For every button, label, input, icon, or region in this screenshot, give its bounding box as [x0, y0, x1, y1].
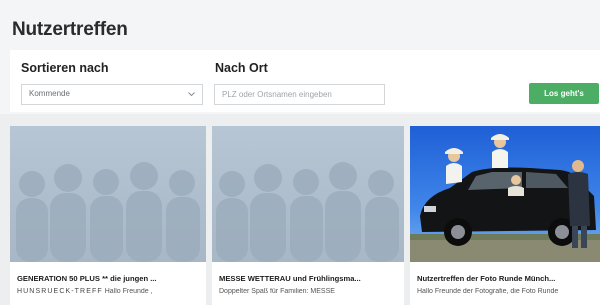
chevron-down-icon [188, 92, 195, 97]
sort-label: Sortieren nach [21, 61, 109, 75]
meetup-card-list: GENERATION 50 PLUS ** die jungen ... HUN… [0, 114, 600, 305]
people-silhouette-icon [212, 126, 404, 262]
sort-select[interactable]: Kommende [21, 84, 203, 105]
card-description: Hallo Freunde der Fotografie, die Foto R… [417, 288, 594, 295]
location-label: Nach Ort [215, 61, 268, 75]
location-input[interactable] [214, 84, 385, 105]
card-description-text: Doppelter Spaß für Familien: MESSE [219, 288, 335, 295]
card-description-text: Hallo Freunde , [104, 288, 153, 295]
card-description: Doppelter Spaß für Familien: MESSE [219, 288, 398, 295]
card-title: MESSE WETTERAU und Frühlingsma... [219, 274, 361, 283]
submit-button[interactable]: Los geht's [529, 83, 599, 104]
page-title: Nutzertreffen [12, 19, 128, 40]
meetup-card[interactable]: Nutzertreffen der Foto Runde Münch... Ha… [410, 126, 600, 305]
people-silhouette-icon [10, 126, 206, 262]
meetup-card[interactable]: MESSE WETTERAU und Frühlingsma... Doppel… [212, 126, 404, 305]
sort-select-value: Kommende [29, 89, 70, 98]
meetup-card[interactable]: GENERATION 50 PLUS ** die jungen ... HUN… [10, 126, 206, 305]
card-photo [410, 126, 600, 262]
card-description-prefix: HUNSRUECK-TREFF [17, 288, 103, 295]
card-title: GENERATION 50 PLUS ** die jungen ... [17, 274, 157, 283]
placeholder-image [10, 126, 206, 262]
placeholder-image [212, 126, 404, 262]
card-description: HUNSRUECK-TREFF Hallo Freunde , [17, 288, 200, 295]
card-description-text: Hallo Freunde der Fotografie, die Foto R… [417, 288, 559, 295]
filter-panel: Sortieren nach Nach Ort Kommende Los geh… [10, 50, 600, 112]
card-title: Nutzertreffen der Foto Runde Münch... [417, 274, 556, 283]
car-photo-icon [410, 126, 600, 262]
